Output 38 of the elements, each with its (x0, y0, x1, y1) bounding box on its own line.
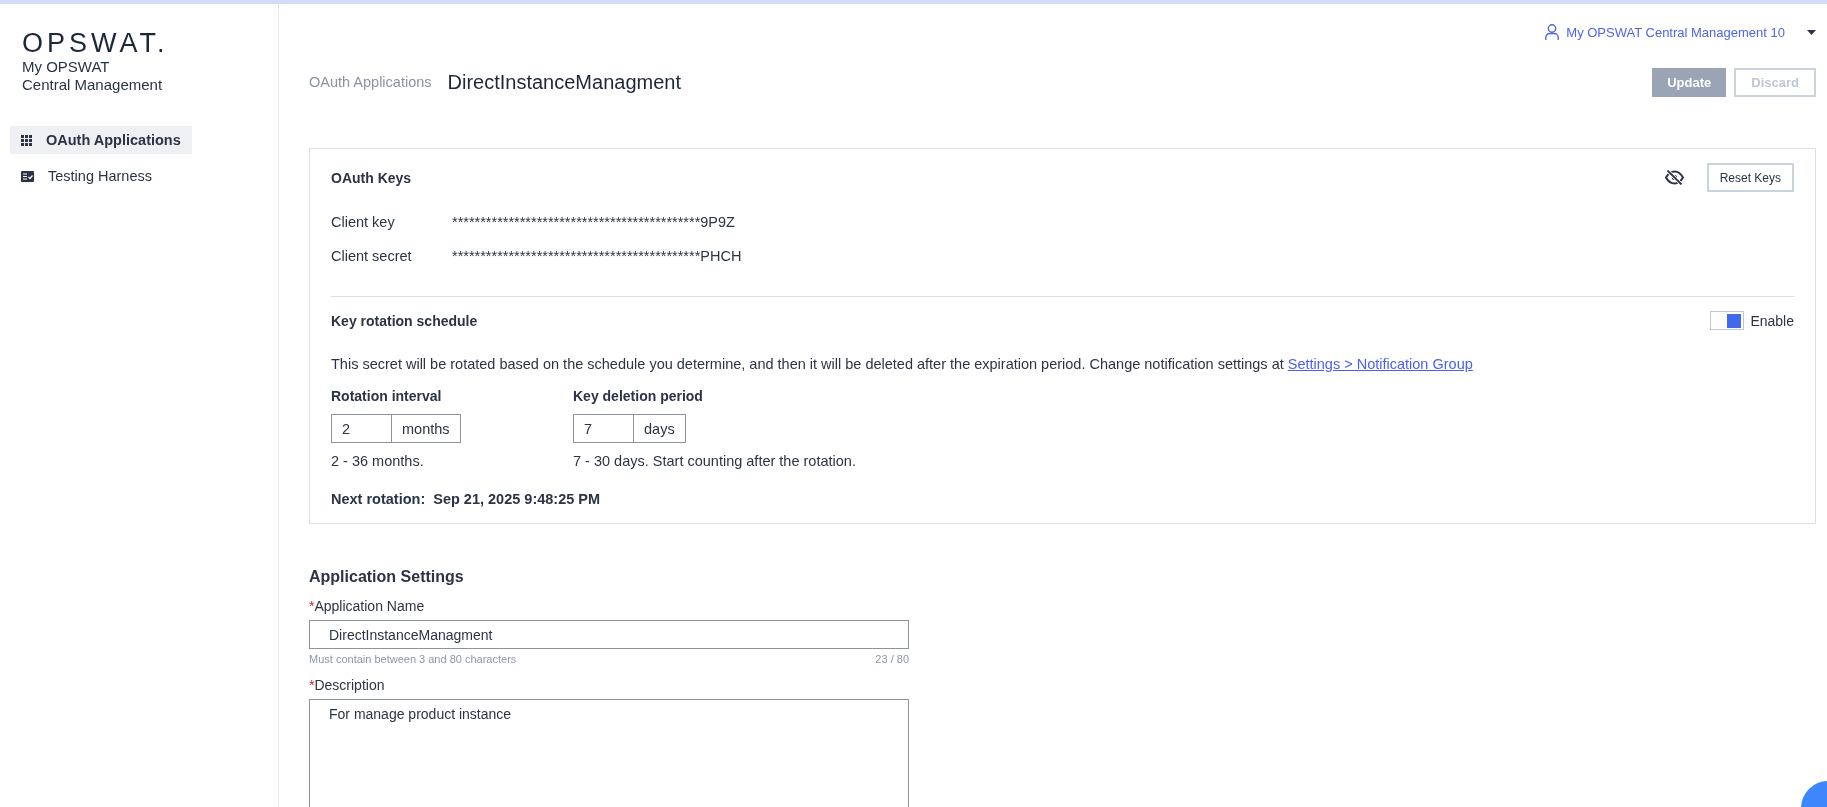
sidebar-item[interactable]: OAuth Applications (10, 126, 192, 154)
logo: OPSWAT. (22, 28, 169, 58)
number-field[interactable]: 2 months (331, 414, 461, 443)
character-counter: 23 / 80 (875, 653, 909, 665)
field-hint: 2 - 36 months. (331, 453, 425, 469)
toggle-label: Enable (1750, 312, 1794, 329)
key-label: Client key (331, 214, 396, 230)
notification-settings-link[interactable]: Settings > Notification Group (1287, 356, 1473, 372)
product-name: My OPSWAT (22, 58, 111, 76)
section-title: Application Settings (309, 568, 465, 586)
section-title: Key rotation schedule (331, 312, 478, 329)
eye-slash-icon[interactable] (1664, 170, 1684, 185)
field-hint: 7 - 30 days. Start counting after the rotation. (573, 453, 856, 469)
schedule-description: This secret will be rotated based on the schedule you determine, and then it will be deleted after the expiration period. Change notification settings at Settings > Notification Group (331, 356, 1474, 372)
checklist-icon (21, 170, 34, 182)
number-field[interactable]: 7 days (573, 414, 686, 443)
user-icon (1545, 24, 1560, 40)
next-rotation-label: Next rotation: (331, 491, 426, 507)
field-label: *Application Name (309, 598, 426, 614)
grid-icon (21, 134, 32, 146)
caret-icon[interactable] (1807, 29, 1816, 35)
next-rotation-value: Sep 21, 2025 9:48:25 PM (433, 491, 601, 507)
section-title: OAuth Keys (331, 169, 412, 186)
page-title: DirectInstanceManagment (447, 70, 681, 94)
sidebar-item[interactable]: Testing Harness (10, 162, 187, 190)
field-label: *Description (309, 677, 386, 693)
user-menu[interactable]: My OPSWAT Central Management 10 (1545, 24, 1785, 40)
name-field[interactable]: DirectInstanceManagment (309, 620, 909, 649)
field-label: Rotation interval (331, 388, 443, 404)
key-label: Client secret (331, 248, 413, 264)
field-label: Key deletion period (573, 388, 704, 404)
field-hint: Must contain between 3 and 80 characters (309, 653, 517, 665)
product-name: Central Management (22, 76, 164, 94)
masked-key: ********************************************9P9Z (452, 214, 735, 230)
enable-toggle[interactable] (1710, 311, 1745, 330)
reset-keys-button[interactable]: Reset Keys (1706, 163, 1794, 192)
masked-key: ********************************************PHCH (452, 248, 742, 264)
description-field[interactable]: For manage product instance (309, 699, 909, 807)
